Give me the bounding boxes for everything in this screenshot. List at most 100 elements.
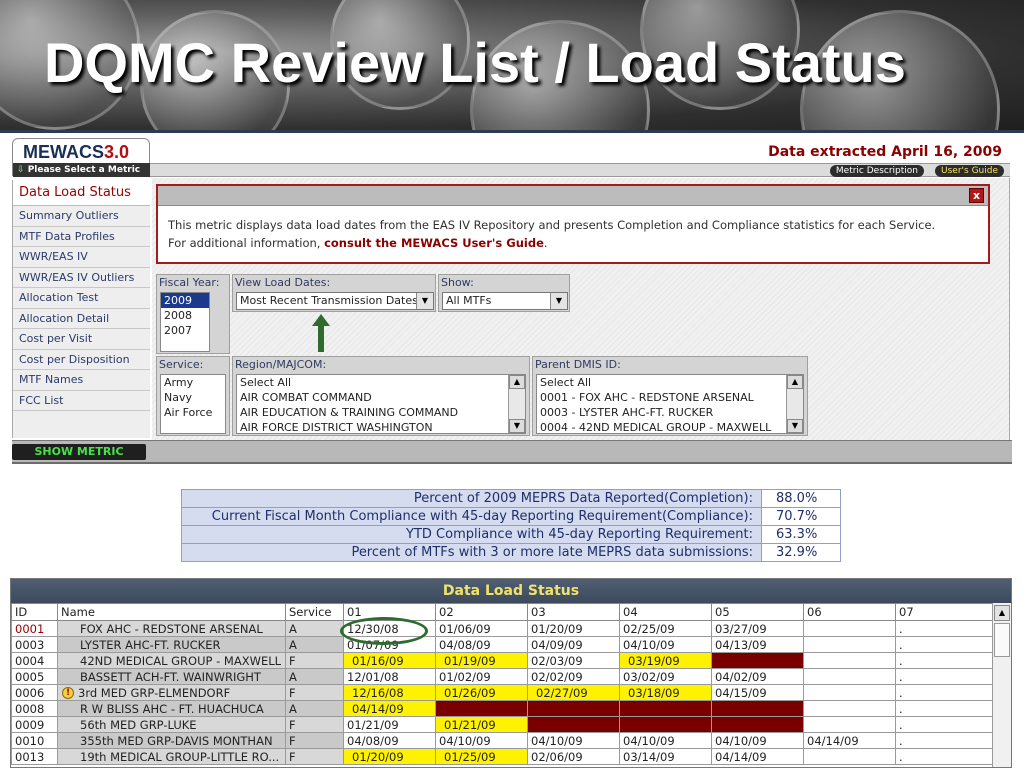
top-toolbar: Metric Description User's Guide xyxy=(150,163,1010,177)
load-date-cell: 02/25/09 xyxy=(619,620,712,637)
parent-dmis-option[interactable]: 0004 - 42ND MEDICAL GROUP - MAXWELL xyxy=(537,420,803,433)
column-header[interactable]: Name xyxy=(57,603,286,621)
scroll-thumb[interactable] xyxy=(994,623,1010,657)
column-header[interactable]: 04 xyxy=(619,603,712,621)
scroll-up-icon[interactable]: ▲ xyxy=(787,375,803,389)
column-header[interactable]: ID xyxy=(11,603,58,621)
sidebar-item[interactable]: WWR/EAS IV xyxy=(13,247,150,268)
sidebar-item[interactable]: Cost per Visit xyxy=(13,329,150,350)
column-header[interactable]: 03 xyxy=(527,603,620,621)
service-option[interactable]: Army xyxy=(161,375,225,390)
load-date-cell: 04/08/09 xyxy=(343,732,436,749)
warning-icon[interactable]: ! xyxy=(62,687,74,699)
column-header[interactable]: 06 xyxy=(803,603,896,621)
fiscal-year-option[interactable]: 2009 xyxy=(161,293,209,308)
column-header[interactable]: 07 xyxy=(895,603,994,621)
service-option[interactable]: Air Force xyxy=(161,405,225,420)
stat-value: 88.0% xyxy=(761,489,841,508)
region-option[interactable]: AIR FORCE DISTRICT WASHINGTON xyxy=(237,420,525,433)
load-status-table: ID Name Service 01 02 03 04 05 06 07 0001 FOX AHC … xyxy=(11,603,994,765)
metric-description-button[interactable]: Metric Description xyxy=(829,165,924,177)
table-row[interactable]: 0001 FOX AHC - REDSTONE ARSENAL A 12/30/08 0… xyxy=(11,620,994,637)
sidebar-item[interactable]: Allocation Test xyxy=(13,288,150,309)
table-row[interactable]: 0013 19th MEDICAL GROUP-LITTLE RO... F 01/2… xyxy=(11,748,994,765)
brand-hint: ⇩ Please Select a Metric xyxy=(13,163,151,177)
region-option[interactable]: Select All xyxy=(237,375,525,390)
service-option[interactable]: Navy xyxy=(161,390,225,405)
scroll-up-icon[interactable]: ▲ xyxy=(994,605,1010,621)
mtf-id-cell: 0013 xyxy=(11,748,58,765)
fiscal-year-option[interactable]: 2007 xyxy=(161,323,209,338)
fiscal-year-option[interactable]: 2008 xyxy=(161,308,209,323)
load-date-cell: 04/10/09 xyxy=(619,636,712,653)
column-header[interactable]: 05 xyxy=(711,603,804,621)
load-date-cell xyxy=(803,620,896,637)
info-box-header: x xyxy=(158,186,988,206)
load-date-cell: 04/02/09 xyxy=(711,668,804,685)
load-date-cell: . xyxy=(895,684,994,701)
service-cell: F xyxy=(285,732,344,749)
mtf-id-cell: 0004 xyxy=(11,652,58,669)
scroll-down-icon[interactable]: ▼ xyxy=(787,419,803,433)
column-header[interactable]: 02 xyxy=(435,603,528,621)
compliance-stats-table: Percent of 2009 MEPRS Data Reported(Comp… xyxy=(181,489,841,562)
service-list[interactable]: Army Navy Air Force xyxy=(160,374,226,434)
view-load-dates-select[interactable]: Most Recent Transmission Dates ▼ xyxy=(236,292,434,310)
region-scrollbar[interactable]: ▲ ▼ xyxy=(508,375,525,433)
show-select[interactable]: All MTFs ▼ xyxy=(442,292,568,310)
parent-dmis-option[interactable]: 0001 - FOX AHC - REDSTONE ARSENAL xyxy=(537,390,803,405)
stat-label: Current Fiscal Month Compliance with 45-… xyxy=(181,507,762,526)
load-date-cell: 04/10/09 xyxy=(527,732,620,749)
chevron-down-icon[interactable]: ▼ xyxy=(416,293,433,309)
load-date-cell: . xyxy=(895,668,994,685)
parent-dmis-list[interactable]: Select All 0001 - FOX AHC - REDSTONE ARS… xyxy=(536,374,804,434)
table-row[interactable]: 0006! 3rd MED GRP-ELMENDORF F 12/16/08 01/26… xyxy=(11,684,994,701)
load-date-cell: . xyxy=(895,620,994,637)
region-label: Region/MAJCOM: xyxy=(235,358,327,371)
column-header[interactable]: Service xyxy=(285,603,344,621)
users-guide-link[interactable]: consult the MEWACS User's Guide xyxy=(324,236,544,250)
service-cell: A xyxy=(285,636,344,653)
sidebar-item[interactable]: Cost per Disposition xyxy=(13,350,150,370)
sidebar-item[interactable]: MTF Names xyxy=(13,370,150,391)
load-date-cell: 04/15/09 xyxy=(711,684,804,701)
parent-dmis-option[interactable]: 0003 - LYSTER AHC-FT. RUCKER xyxy=(537,405,803,420)
table-row[interactable]: 0009 56th MED GRP-LUKE F 01/21/09 01/21/09. xyxy=(11,716,994,733)
table-row[interactable]: 0008 R W BLISS AHC - FT. HUACHUCA A 04/14/0… xyxy=(11,700,994,717)
region-option[interactable]: AIR EDUCATION & TRAINING COMMAND xyxy=(237,405,525,420)
sidebar-item-data-load-status[interactable]: Data Load Status xyxy=(13,180,150,206)
region-option[interactable]: AIR COMBAT COMMAND xyxy=(237,390,525,405)
close-icon[interactable]: x xyxy=(969,188,984,203)
load-date-cell: 04/10/09 xyxy=(619,732,712,749)
metric-sidebar: Data Load Status Summary Outliers MTF Da… xyxy=(12,180,150,438)
sidebar-item[interactable]: Allocation Detail xyxy=(13,309,150,329)
fiscal-year-group: Fiscal Year: 2009 2008 2007 xyxy=(156,274,230,354)
stat-value: 70.7% xyxy=(761,507,841,526)
load-date-cell: . xyxy=(895,652,994,669)
grid-scrollbar[interactable]: ▲ xyxy=(992,603,1011,767)
stat-value: 63.3% xyxy=(761,525,841,544)
view-load-dates-label: View Load Dates: xyxy=(235,276,331,289)
users-guide-button[interactable]: User's Guide xyxy=(935,165,1004,177)
sidebar-item[interactable]: FCC List xyxy=(13,391,150,411)
table-row[interactable]: 0003 LYSTER AHC-FT. RUCKER A 01/07/09 04/08/… xyxy=(11,636,994,653)
parent-dmis-option[interactable]: Select All xyxy=(537,375,803,390)
table-row[interactable]: 0004 42ND MEDICAL GROUP - MAXWELL F 01/16/0… xyxy=(11,652,994,669)
sidebar-item[interactable]: Summary Outliers xyxy=(13,206,150,227)
table-row[interactable]: 0010 355th MED GRP-DAVIS MONTHAN F 04/08/09… xyxy=(11,732,994,749)
sidebar-item[interactable]: MTF Data Profiles xyxy=(13,227,150,247)
stats-row: Current Fiscal Month Compliance with 45-… xyxy=(181,507,841,526)
fiscal-year-list[interactable]: 2009 2008 2007 xyxy=(160,292,210,352)
parent-dmis-scrollbar[interactable]: ▲ ▼ xyxy=(786,375,803,433)
scroll-up-icon[interactable]: ▲ xyxy=(509,375,525,389)
load-date-cell xyxy=(619,716,712,733)
grid-title: Data Load Status xyxy=(11,579,1011,603)
mtf-name: 355th MED GRP-DAVIS MONTHAN xyxy=(80,733,273,748)
region-list[interactable]: Select All AIR COMBAT COMMAND AIR EDUCAT… xyxy=(236,374,526,434)
load-date-cell: 04/14/09 xyxy=(711,748,804,765)
chevron-down-icon[interactable]: ▼ xyxy=(550,293,567,309)
sidebar-item[interactable]: WWR/EAS IV Outliers xyxy=(13,268,150,288)
show-metric-button[interactable]: SHOW METRIC xyxy=(12,444,146,460)
scroll-down-icon[interactable]: ▼ xyxy=(509,419,525,433)
table-row[interactable]: 0005 BASSETT ACH-FT. WAINWRIGHT A 12/01/08 0… xyxy=(11,668,994,685)
